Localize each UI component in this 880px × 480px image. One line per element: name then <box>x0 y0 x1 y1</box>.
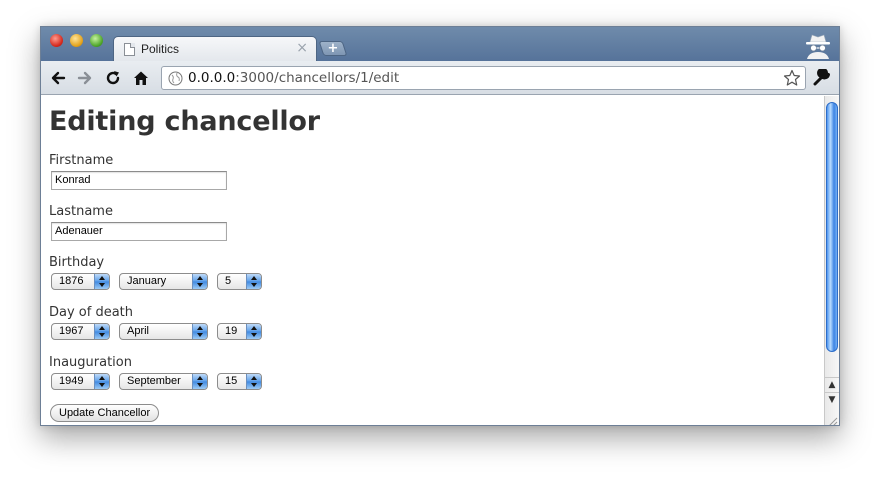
resize-grip-icon[interactable] <box>826 412 838 425</box>
firstname-field: Firstname Konrad <box>49 153 227 190</box>
globe-icon <box>168 71 183 86</box>
select-arrows-icon <box>94 374 109 389</box>
home-icon[interactable] <box>132 69 150 87</box>
browser-toolbar: 0.0.0.0:3000/chancellors/1/edit <box>41 61 839 95</box>
birthday-field: Birthday 1876 January 5 <box>49 255 262 290</box>
close-window-button[interactable] <box>50 34 63 47</box>
firstname-label: Firstname <box>49 153 114 168</box>
day-of-death-field: Day of death 1967 April 19 <box>49 305 262 340</box>
page-content: Editing chancellor Firstname Konrad Last… <box>41 96 825 425</box>
death-month-value: April <box>127 325 150 337</box>
inauguration-year-select[interactable]: 1949 <box>51 373 110 390</box>
birthday-month-select[interactable]: January <box>119 273 208 290</box>
reload-icon[interactable] <box>104 69 122 87</box>
tab-close-icon[interactable]: × <box>296 40 308 56</box>
inauguration-month-value: September <box>127 375 181 387</box>
forward-arrow-icon[interactable] <box>76 69 94 87</box>
inauguration-field: Inauguration 1949 September 15 <box>49 355 262 390</box>
birthday-month-value: January <box>127 275 167 287</box>
minimize-window-button[interactable] <box>70 34 83 47</box>
new-tab-button[interactable]: + <box>318 41 348 56</box>
death-year-select[interactable]: 1967 <box>51 323 110 340</box>
plus-icon: + <box>327 41 339 56</box>
select-arrows-icon <box>192 374 207 389</box>
browser-window: Politics × + 0.0.0.0:3000/chancellors/1/… <box>40 26 840 426</box>
death-month-select[interactable]: April <box>119 323 208 340</box>
lastname-input[interactable]: Adenauer <box>51 222 227 241</box>
lastname-label: Lastname <box>49 204 113 219</box>
inauguration-label: Inauguration <box>49 355 132 370</box>
address-bar[interactable]: 0.0.0.0:3000/chancellors/1/edit <box>161 66 806 90</box>
url-text: 0.0.0.0:3000/chancellors/1/edit <box>188 70 399 86</box>
wrench-icon[interactable] <box>812 67 830 87</box>
lastname-field: Lastname Adenauer <box>49 204 227 241</box>
title-bar: Politics × + <box>41 27 839 62</box>
bookmark-star-icon[interactable] <box>783 69 801 87</box>
select-arrows-icon <box>94 274 109 289</box>
inauguration-day-select[interactable]: 15 <box>217 373 262 390</box>
tab-politics[interactable]: Politics × <box>113 36 317 62</box>
death-day-value: 19 <box>225 325 238 337</box>
firstname-input[interactable]: Konrad <box>51 171 227 190</box>
day-of-death-label: Day of death <box>49 305 134 320</box>
death-year-value: 1967 <box>59 325 84 337</box>
birthday-year-select[interactable]: 1876 <box>51 273 110 290</box>
select-arrows-icon <box>246 274 261 289</box>
select-arrows-icon <box>246 324 261 339</box>
url-path: :3000/chancellors/1/edit <box>235 70 400 86</box>
scroll-up-arrow-icon[interactable]: ▲ <box>825 377 839 392</box>
birthday-day-select[interactable]: 5 <box>217 273 262 290</box>
birthday-year-value: 1876 <box>59 275 84 287</box>
inauguration-year-value: 1949 <box>59 375 84 387</box>
select-arrows-icon <box>192 274 207 289</box>
birthday-label: Birthday <box>49 255 105 270</box>
tab-title: Politics <box>141 42 180 56</box>
page-icon <box>124 43 135 56</box>
select-arrows-icon <box>94 324 109 339</box>
select-arrows-icon <box>246 374 261 389</box>
select-arrows-icon <box>192 324 207 339</box>
url-host: 0.0.0.0 <box>188 70 236 86</box>
zoom-window-button[interactable] <box>90 34 103 47</box>
vertical-scrollbar[interactable]: ▲ ▼ <box>824 96 839 425</box>
inauguration-month-select[interactable]: September <box>119 373 208 390</box>
update-chancellor-button[interactable]: Update Chancellor <box>50 404 160 422</box>
back-arrow-icon[interactable] <box>49 69 67 87</box>
incognito-icon <box>803 33 833 59</box>
death-day-select[interactable]: 19 <box>217 323 262 340</box>
birthday-day-value: 5 <box>225 275 232 287</box>
scroll-down-arrow-icon[interactable]: ▼ <box>825 392 839 407</box>
page-title: Editing chancellor <box>49 106 320 137</box>
inauguration-day-value: 15 <box>225 375 238 387</box>
scrollbar-thumb[interactable] <box>826 102 838 352</box>
